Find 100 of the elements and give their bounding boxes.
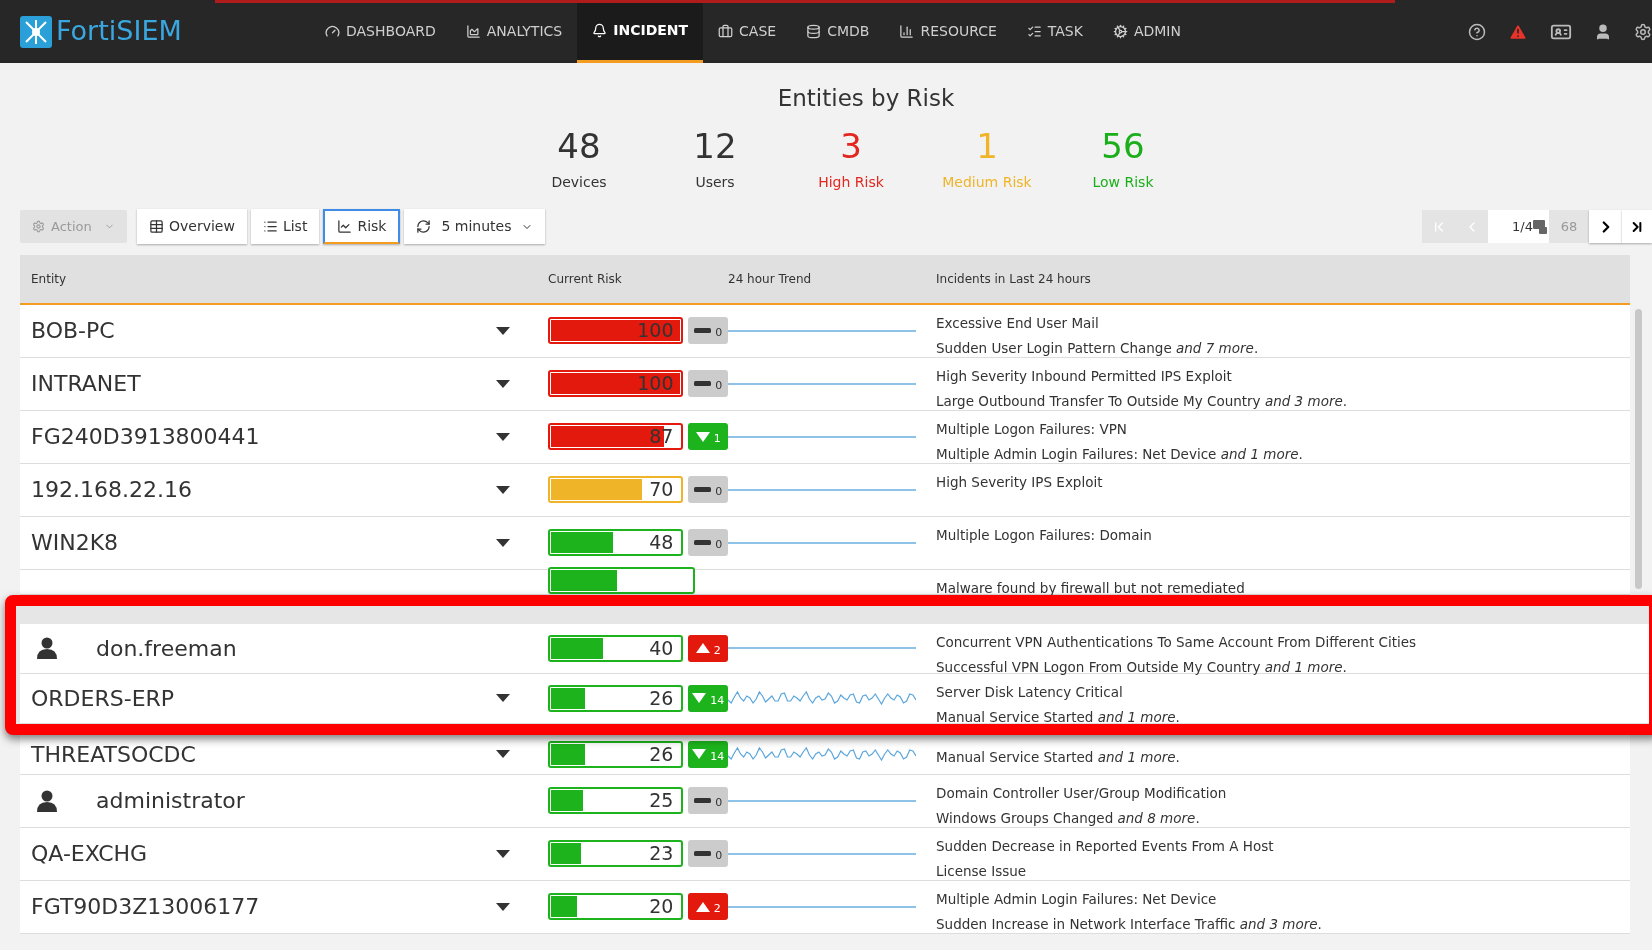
entity-name: FGT90D3Z13006177 [31,893,260,921]
list-icon [262,219,278,234]
risk-score: 100 [637,371,674,396]
nav-tab[interactable]: RESOURCE [884,0,1012,63]
incident-text[interactable]: Excessive End User Mail [936,312,1630,333]
nav-tab[interactable]: DASHBOARD [310,0,451,63]
entity-name: INTRANET [31,370,141,398]
logo-text: FortiSIEM [56,14,182,49]
incident-text[interactable]: Successful VPN Logon From Outside My Country and 1 more. [936,656,1649,677]
nav-tab[interactable]: ADMIN [1097,0,1196,63]
down-triangle-icon [695,431,710,442]
trend-change: 0 [715,537,723,554]
stat-value: 48 [557,125,601,166]
nav-tab[interactable]: INCIDENT [577,0,704,63]
user-icon [37,789,57,812]
incident-text[interactable]: High Severity IPS Exploit [936,471,1630,492]
stat-label: High Risk [818,172,884,192]
view-button[interactable]: Overview [137,209,247,244]
caret-icon[interactable] [496,326,510,335]
incident-text[interactable]: Sudden Decrease in Reported Events From A Host [936,835,1630,856]
incident-text[interactable]: Multiple Logon Failures: VPN [936,418,1630,439]
risk-score: 26 [649,685,674,711]
stat-label: Users [695,172,735,192]
stat-label: Medium Risk [942,172,1032,192]
caret-icon[interactable] [496,538,510,547]
incident-text[interactable]: License Issue [936,860,1630,881]
page-field[interactable]: 1/4 [1488,210,1549,243]
caret-icon[interactable] [496,694,510,702]
bar-chart-icon [899,24,915,39]
incident-text[interactable]: Malware found by firewall but not remediated [936,577,1630,598]
incident-text[interactable]: Sudden User Login Pattern Change and 7 more. [936,337,1630,358]
nav-tab[interactable]: ANALYTICS [450,0,578,63]
nav-tab[interactable]: CASE [703,0,792,63]
caret-icon[interactable] [496,432,510,441]
dash-icon [694,540,712,545]
view-button[interactable]: List [250,209,320,244]
stat-label: Low Risk [1092,172,1154,192]
caret-icon[interactable] [496,379,510,388]
dash-icon [694,487,712,492]
page-title: Entities by Risk [776,84,956,113]
trend-change: 2 [713,901,721,918]
incident-text[interactable]: Multiple Admin Login Failures: Net Device and 1 more. [936,443,1630,464]
stat-value: 56 [1101,125,1145,166]
entity-name: administrator [96,787,245,815]
help-icon[interactable] [1468,22,1486,41]
trend-change: 0 [715,795,723,812]
settings-icon[interactable] [1634,22,1652,41]
incident-text[interactable]: Multiple Logon Failures: Domain [936,524,1630,545]
caret-icon[interactable] [496,849,510,858]
trend-change: 1 [713,431,721,448]
incident-text[interactable]: Windows Groups Changed and 8 more. [936,807,1630,828]
column-header: Incidents in Last 24 hours [935,270,1091,288]
down-triangle-icon [692,693,707,703]
column-header: Current Risk [547,270,623,288]
entity-name: BOB-PC [31,317,115,345]
entity-name: ORDERS-ERP [31,684,175,713]
nav-tab[interactable]: CMDB [791,0,885,63]
database-icon [806,24,822,39]
incident-text[interactable]: Large Outbound Transfer To Outside My Country and 3 more. [936,390,1630,411]
incident-text[interactable]: Sudden Increase in Network Interface Traffic and 3 more. [936,913,1630,934]
cogs-icon [1112,24,1128,39]
incident-text[interactable]: High Severity Inbound Permitted IPS Exploit [936,365,1630,386]
incident-text[interactable]: Domain Controller User/Group Modification [936,782,1630,803]
up-triangle-icon [695,643,710,653]
trend-change: 0 [715,378,723,395]
incident-text[interactable]: Manual Service Started and 1 more. [936,706,1649,727]
risk-score: 26 [649,741,674,767]
up-triangle-icon [695,901,710,912]
user-icon [37,637,57,659]
risk-score: 70 [649,477,674,502]
caret-icon[interactable] [496,485,510,494]
incident-text[interactable]: Concurrent VPN Authentications To Same Account From Different Cities [936,631,1649,652]
bell-icon [592,22,608,38]
gear-icon [32,220,45,233]
nav-tab[interactable]: TASK [1011,0,1098,63]
incident-text[interactable]: Multiple Admin Login Failures: Net Device [936,888,1630,909]
incident-text[interactable]: Server Disk Latency Critical [936,681,1649,702]
column-header: 24 hour Trend [728,270,813,288]
next-page-button[interactable] [1589,210,1622,243]
entity-name: QA-EXCHG [31,840,148,868]
caret-icon[interactable] [496,902,510,911]
total-count: 68 [1549,210,1589,243]
dash-icon [694,798,712,803]
trend-change: 0 [715,848,723,865]
briefcase-icon [718,24,734,39]
user-icon[interactable] [1594,22,1612,41]
last-page-button[interactable] [1622,210,1652,243]
down-triangle-icon [692,749,707,759]
refresh-interval-dropdown[interactable]: 5 minutes [404,209,546,244]
view-button[interactable]: Risk [323,209,401,244]
dash-icon [694,381,712,386]
risk-score: 25 [649,788,674,813]
caret-icon[interactable] [496,750,510,758]
table-icon [149,219,164,234]
area-chart-icon [465,24,481,39]
trend-change: 2 [713,642,721,659]
page-menu-icon [1533,219,1547,234]
logo-icon [20,15,52,48]
dash-icon [694,328,712,333]
incident-text[interactable]: Manual Service Started and 1 more. [936,747,1630,768]
